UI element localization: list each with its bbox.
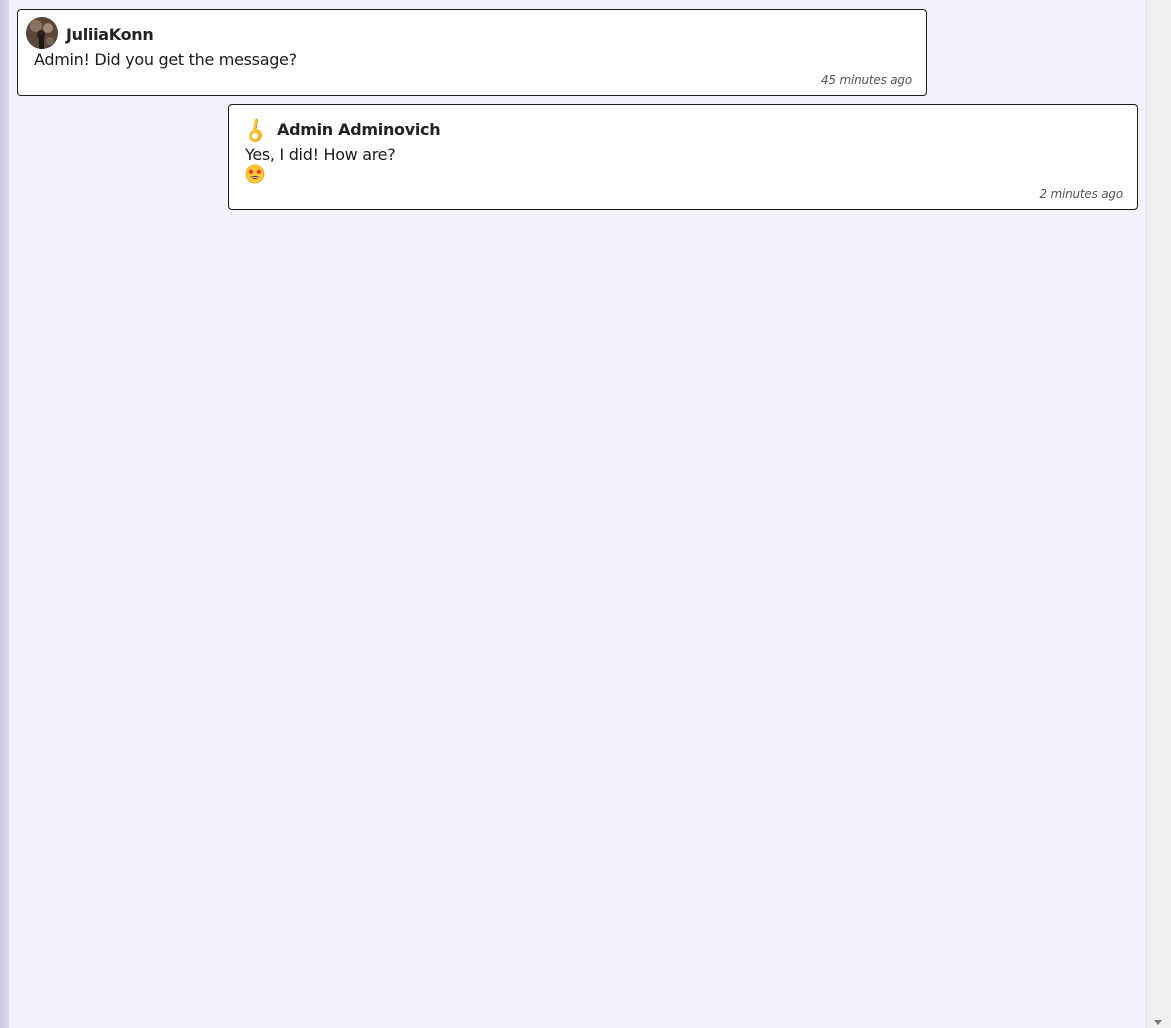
message-text: Yes, I did! How are? — [245, 145, 396, 164]
user-avatar[interactable] — [26, 17, 58, 49]
vertical-scrollbar[interactable] — [1146, 0, 1171, 1028]
star-struck-emoji-icon — [245, 164, 265, 184]
message-author[interactable]: JuliiaKonn — [66, 25, 154, 44]
message-author[interactable]: Admin Adminovich — [277, 120, 441, 139]
user-photo-avatar — [26, 17, 58, 49]
scroll-down-arrow-icon[interactable] — [1154, 1020, 1162, 1025]
message-timestamp: 2 minutes ago — [1039, 187, 1123, 201]
message-text: Admin! Did you get the message? — [34, 50, 297, 69]
left-edge-strip — [0, 0, 9, 1028]
ok-hand-avatar-icon[interactable] — [243, 117, 267, 143]
message-item: JuliiaKonn Admin! Did you get the messag… — [17, 9, 927, 96]
ok-hand-icon — [249, 118, 262, 142]
message-timestamp: 45 minutes ago — [821, 73, 912, 87]
message-item: Admin Adminovich Yes, I did! How are? 2 … — [228, 104, 1138, 210]
